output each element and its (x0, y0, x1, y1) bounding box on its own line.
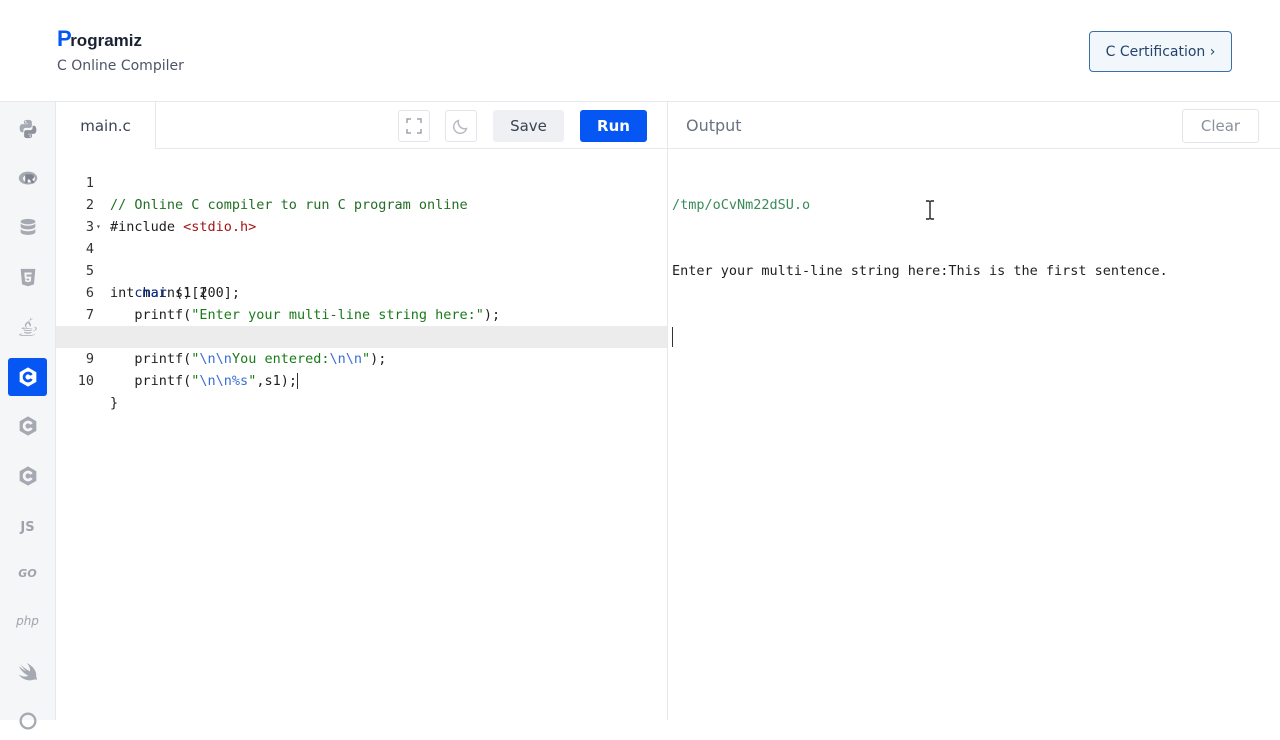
database-icon[interactable] (8, 209, 47, 247)
js-icon[interactable]: JS (8, 508, 47, 546)
rust-icon[interactable] (8, 702, 47, 740)
output-line: Enter your multi-line string here:This i… (672, 263, 1168, 279)
editor-pane: main.c Save Run 1 // Online C compiler t… (56, 102, 667, 720)
line-number: 10 (77, 373, 94, 389)
logo-text: rogramiz (70, 31, 142, 50)
text-cursor (296, 373, 298, 389)
code-line: 4 ▾ int main() { (56, 216, 667, 301)
c-icon[interactable] (8, 358, 47, 396)
output-path: /tmp/oCvNm22dSU.o (672, 197, 811, 213)
html5-icon[interactable] (8, 259, 47, 297)
language-sidebar: JS GO php (0, 102, 56, 730)
code-line: 8 printf("\n\nYou entered:\n\n"); (56, 304, 667, 367)
go-icon[interactable]: GO (8, 554, 47, 592)
fold-arrow-icon[interactable]: ▾ (96, 216, 101, 238)
code-line: 7 scanf("%[^~]",s1); (56, 282, 667, 345)
output-pane: Output Clear /tmp/oCvNm22dSU.o Enter you… (668, 102, 1280, 720)
r-icon[interactable] (8, 160, 47, 198)
output-title: Output (686, 116, 742, 135)
code-text: } (110, 395, 119, 411)
c-certification-button[interactable]: C Certification › (1089, 31, 1232, 72)
code-line: 6 printf("Enter your multi-line string h… (56, 260, 667, 323)
run-button[interactable]: Run (580, 110, 647, 142)
tab-main-c[interactable]: main.c (56, 102, 156, 149)
csharp-icon[interactable] (8, 457, 47, 495)
code-editor[interactable]: 1 // Online C compiler to run C program … (56, 150, 667, 411)
save-button[interactable]: Save (493, 110, 564, 142)
php-icon[interactable]: php (8, 602, 47, 640)
ibeam-cursor-icon (926, 200, 934, 220)
swift-icon[interactable] (8, 653, 47, 691)
header: P rogramiz C Online Compiler C Certifica… (0, 0, 1280, 102)
console-cursor (672, 327, 673, 347)
page-subtitle: C Online Compiler (57, 58, 184, 74)
code-line: 10 } (56, 348, 667, 411)
clear-button[interactable]: Clear (1182, 109, 1259, 143)
programiz-logo[interactable]: P rogramiz (57, 26, 142, 52)
code-line: 1 // Online C compiler to run C program … (56, 150, 667, 213)
code-line-current: 9 printf("\n\n%s",s1); (56, 326, 667, 389)
fullscreen-icon[interactable] (398, 110, 430, 142)
code-text: printf("\n\n%s",s1); (110, 373, 298, 389)
output-toolbar: Output Clear (668, 102, 1280, 149)
dark-mode-moon-icon[interactable] (445, 110, 477, 142)
code-line: 2 #include <stdio.h> (56, 172, 667, 235)
java-icon[interactable] (8, 308, 47, 346)
cpp-icon[interactable] (8, 407, 47, 445)
output-console[interactable]: /tmp/oCvNm22dSU.o Enter your multi-line … (672, 150, 1168, 391)
code-line: 5 char s1[200]; (56, 238, 667, 301)
code-line: 3 (56, 194, 667, 235)
editor-toolbar: main.c Save Run (56, 102, 667, 149)
python-icon[interactable] (8, 110, 47, 148)
logo-mark: P (57, 26, 72, 51)
